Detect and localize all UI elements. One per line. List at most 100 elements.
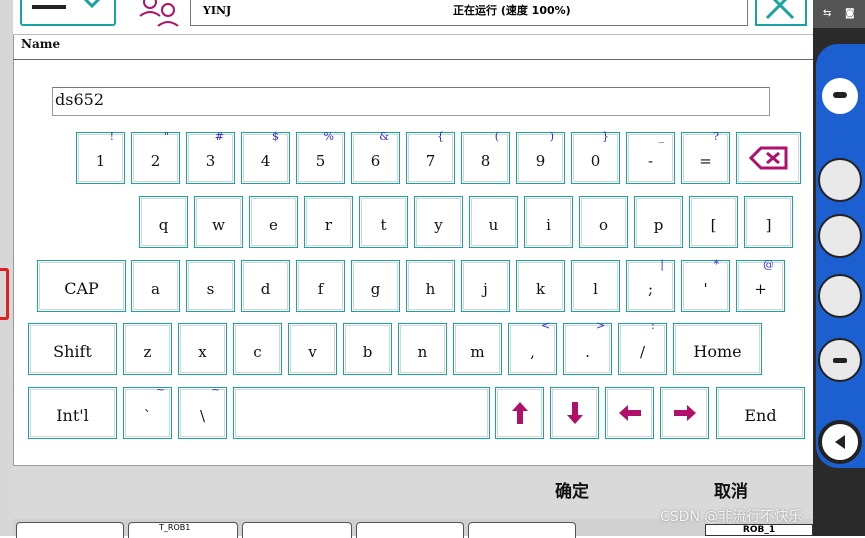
key-9-label: 9 [535, 152, 546, 170]
controller-name: YINJ [203, 4, 232, 17]
key-9[interactable]: 9) [516, 131, 565, 184]
key-4[interactable]: 4 $ [241, 131, 290, 184]
key-w[interactable]: w [194, 196, 243, 248]
key-equals-shift-label: ? [713, 130, 719, 143]
key-6[interactable]: 6 & [351, 131, 400, 184]
key-cap[interactable]: CAP [37, 260, 126, 312]
key-j[interactable]: j [461, 260, 510, 312]
close-button[interactable] [755, 0, 807, 26]
key-arrow-left[interactable] [605, 387, 654, 439]
name-input[interactable]: ds652 [52, 87, 770, 116]
key-backtick[interactable]: ` ~ [123, 383, 172, 439]
key-y[interactable]: y [414, 196, 463, 248]
key-semicolon[interactable]: ; | [626, 258, 675, 312]
key-v-label: v [308, 343, 317, 361]
key-d[interactable]: d [241, 260, 290, 312]
header-divider [13, 59, 813, 60]
key-home[interactable]: Home [673, 323, 762, 375]
key-comma[interactable]: , < [508, 320, 557, 375]
key-v[interactable]: v [288, 323, 337, 375]
key-h[interactable]: h [406, 260, 455, 312]
key-8[interactable]: 8( [461, 131, 510, 184]
key-1[interactable]: 1! [76, 131, 125, 184]
key-period[interactable]: . > [563, 320, 612, 375]
key-z-label: z [143, 343, 152, 361]
key-g[interactable]: g [351, 260, 400, 312]
key-0[interactable]: 0} [571, 131, 620, 184]
key-quote[interactable]: ' * [681, 259, 730, 312]
backspace-key[interactable] [736, 132, 801, 184]
key-p[interactable]: p [634, 196, 683, 248]
key-backslash-shift-label: ~ [211, 383, 221, 396]
key-x[interactable]: x [178, 323, 227, 375]
status-box: YINJ 正在运行 (速度 100%) [190, 0, 748, 26]
key-m-label: m [470, 343, 485, 361]
key-minus[interactable]: - _ [626, 131, 675, 184]
watermark: CSDN @非流行不快乐 [660, 509, 803, 525]
key-n[interactable]: n [398, 323, 447, 375]
key-o[interactable]: o [579, 196, 628, 248]
hardware-key-3[interactable] [818, 274, 862, 318]
step-back-key[interactable] [818, 420, 862, 464]
key-q-label: q [158, 216, 169, 234]
minus-key-bottom[interactable] [818, 338, 862, 382]
key-arrow-down[interactable] [550, 387, 599, 439]
key-period-label: . [585, 343, 590, 361]
key-slash[interactable]: /: [618, 320, 667, 375]
arrow-left-icon [618, 405, 641, 421]
key-c[interactable]: c [233, 323, 282, 375]
key-slash-label: / [639, 343, 646, 361]
minus-key-top[interactable] [818, 74, 862, 118]
key-semicolon-shift-label: | [660, 258, 664, 271]
user-icon[interactable] [138, 0, 182, 28]
hardware-key-2[interactable] [818, 214, 862, 258]
cancel-button[interactable]: 取消 [714, 477, 748, 502]
key-space[interactable] [233, 387, 490, 439]
key-shift[interactable]: Shift [28, 323, 117, 375]
key-c-label: c [253, 343, 262, 361]
key-e[interactable]: e [249, 196, 298, 248]
key-q[interactable]: q [139, 196, 188, 248]
key-backtick-shift-label: ~ [156, 383, 166, 396]
key-t[interactable]: t [359, 196, 408, 248]
key-6-label: 6 [370, 152, 381, 170]
hardware-key-1[interactable] [818, 158, 862, 202]
key-f[interactable]: f [296, 260, 345, 312]
key-semicolon-label: ; [647, 280, 654, 298]
arrow-down-icon [566, 402, 583, 424]
key-comma-label: , [530, 343, 535, 361]
key-a[interactable]: a [131, 260, 180, 312]
key-cap-label: CAP [64, 279, 99, 298]
key-n-label: n [417, 343, 428, 361]
key-plus[interactable]: + @ [736, 259, 785, 312]
key-b[interactable]: b [343, 323, 392, 375]
key-end[interactable]: End [716, 387, 805, 439]
key-i[interactable]: i [524, 196, 573, 248]
key-l[interactable]: l [571, 260, 620, 312]
top-separator [13, 34, 813, 35]
key-equals[interactable]: =? [681, 130, 730, 184]
ok-button[interactable]: 确定 [555, 477, 589, 502]
key-right-bracket[interactable]: ] [744, 196, 793, 248]
key-r[interactable]: r [304, 196, 353, 248]
key-o-label: o [598, 216, 609, 234]
key-left-bracket[interactable]: [ [689, 196, 738, 248]
key-arrow-right[interactable] [660, 387, 709, 439]
key-backslash[interactable]: \ ~ [178, 383, 227, 439]
key-m[interactable]: m [453, 323, 502, 375]
key-u[interactable]: u [469, 196, 518, 248]
key-arrow-up[interactable] [495, 387, 544, 439]
key-z[interactable]: z [123, 323, 172, 375]
key-2-shift-label: " [163, 130, 169, 143]
main-menu-button[interactable] [20, 0, 116, 26]
swap-icon: ⇆ [823, 8, 832, 19]
key-s[interactable]: s [186, 260, 235, 312]
key-7[interactable]: 7{ [406, 131, 455, 184]
key-5[interactable]: 5% [296, 131, 345, 184]
key-intl[interactable]: Int'l [28, 387, 117, 439]
key-2[interactable]: 2 " [131, 130, 180, 184]
key-k[interactable]: k [516, 260, 565, 312]
key-left-bracket-label: [ [710, 216, 717, 234]
key-3[interactable]: 3 # [186, 131, 235, 184]
key-7-label: 7 [425, 152, 436, 170]
